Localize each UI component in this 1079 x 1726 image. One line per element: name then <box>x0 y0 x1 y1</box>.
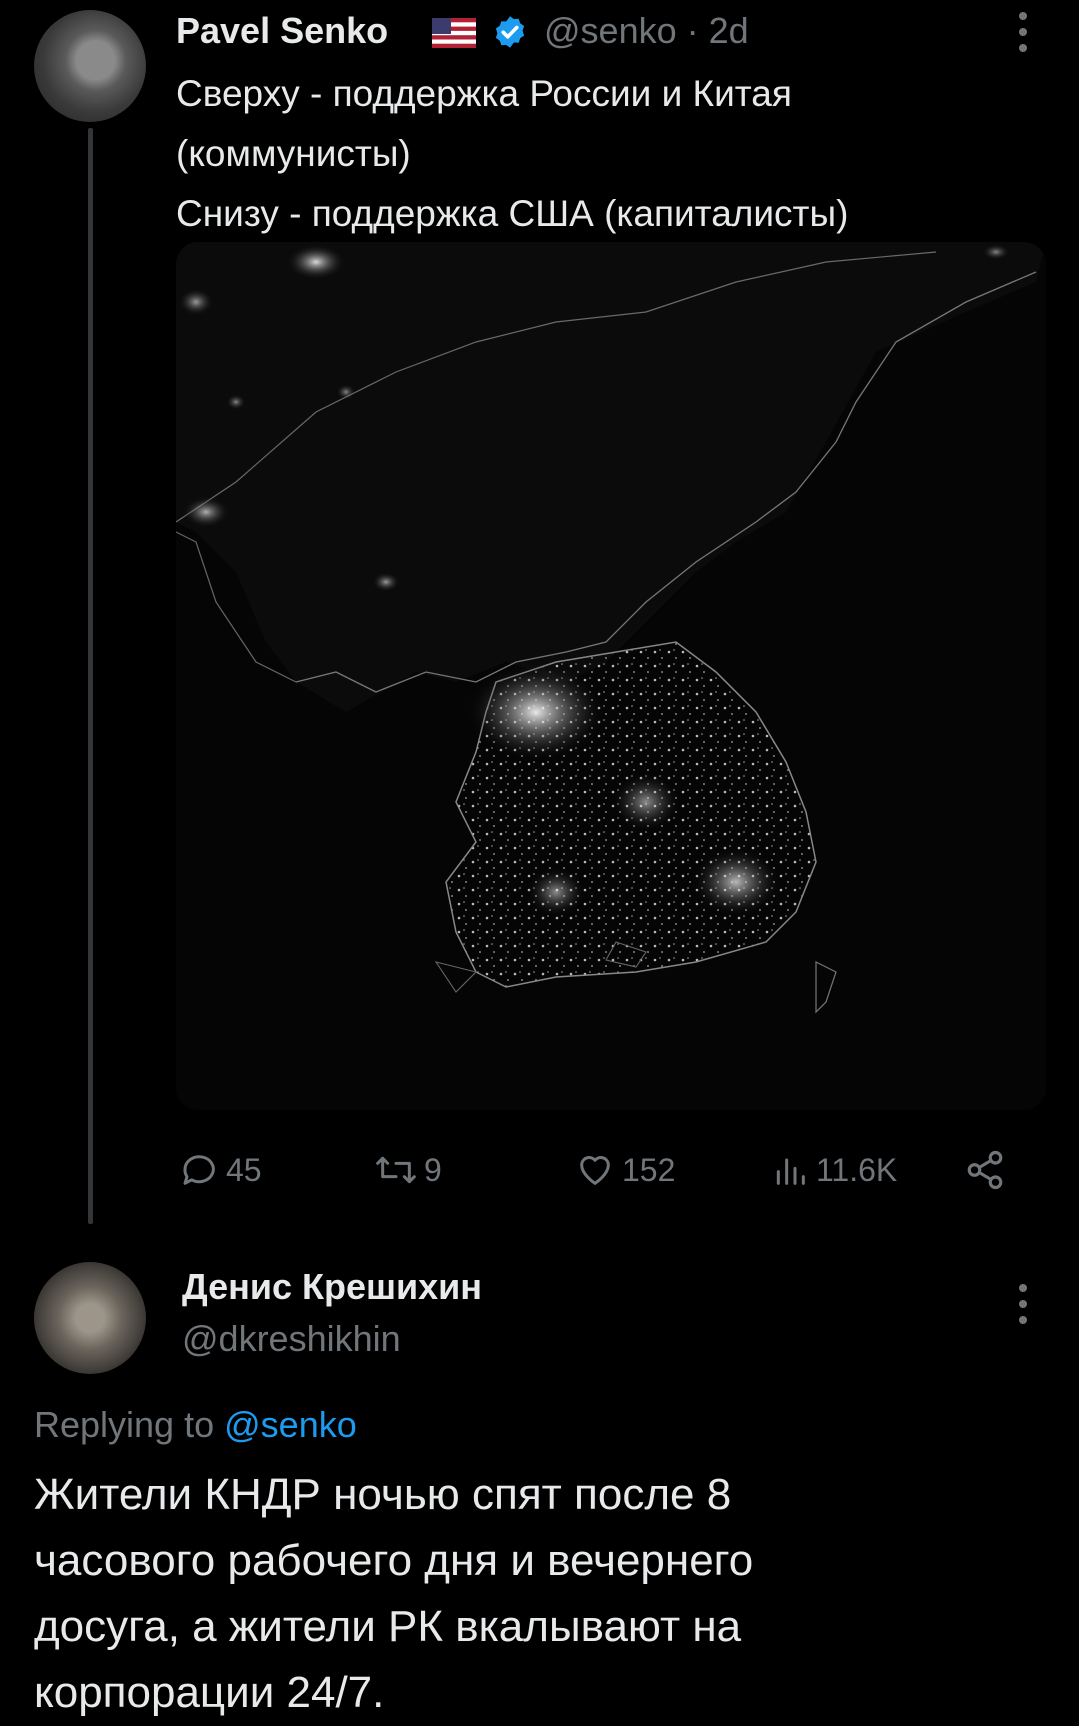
views-button[interactable]: 11.6K <box>770 1148 897 1192</box>
reply-more-options-icon[interactable] <box>1008 1278 1038 1330</box>
replying-prefix: Replying to <box>34 1404 215 1445</box>
retweet-button[interactable]: 9 <box>374 1148 442 1192</box>
like-count: 152 <box>622 1151 676 1188</box>
reply-count: 45 <box>226 1151 262 1188</box>
views-count: 11.6K <box>816 1151 898 1188</box>
replying-to: Replying to @senko <box>34 1404 357 1446</box>
retweet-icon <box>376 1156 416 1184</box>
more-options-icon[interactable] <box>1008 6 1038 58</box>
share-button[interactable] <box>964 1148 1006 1192</box>
share-icon <box>967 1150 1003 1190</box>
reply-icon <box>183 1155 215 1185</box>
like-button[interactable]: 152 <box>574 1148 675 1192</box>
author-handle-time[interactable]: @senko · 2d <box>544 10 749 52</box>
views-icon <box>776 1158 805 1185</box>
author-handle[interactable]: @senko <box>544 10 677 51</box>
korea-night-satellite-image <box>176 242 1046 1110</box>
thread-connector-line <box>88 128 93 1224</box>
tweet-time[interactable]: · 2d <box>687 10 749 51</box>
reply-text-line: Жители КНДР ночью спят после 8 <box>34 1470 732 1519</box>
reply-text-line: корпорации 24/7. <box>34 1668 385 1717</box>
reply-text-line: досуга, а жители РК вкалывают на <box>34 1602 742 1651</box>
reply-text: Жители КНДР ночью спят после 8 часового … <box>34 1462 1054 1726</box>
tweet-text-line: Снизу - поддержка США (капиталисты) <box>176 193 849 234</box>
us-flag-icon <box>432 18 476 48</box>
avatar[interactable] <box>34 10 146 122</box>
tweet-text: Сверху - поддержка России и Китая (комму… <box>176 64 1036 244</box>
heart-icon <box>580 1156 610 1185</box>
tweet-media-image[interactable] <box>176 242 1046 1110</box>
reply-author-handle[interactable]: @dkreshikhin <box>182 1318 401 1360</box>
tweet-text-line: (коммунисты) <box>176 133 411 174</box>
retweet-count: 9 <box>424 1151 442 1188</box>
reply-avatar[interactable] <box>34 1262 146 1374</box>
author-name[interactable]: Pavel Senko <box>176 10 388 52</box>
reply-button[interactable]: 45 <box>180 1148 262 1192</box>
reply-author-name[interactable]: Денис Крешихин <box>182 1266 482 1308</box>
tweet-text-line: Сверху - поддержка России и Китая <box>176 73 792 114</box>
verified-badge-icon[interactable] <box>492 14 528 50</box>
reply-text-line: часового рабочего дня и вечернего <box>34 1536 754 1585</box>
replying-mention-link[interactable]: @senko <box>224 1404 357 1445</box>
